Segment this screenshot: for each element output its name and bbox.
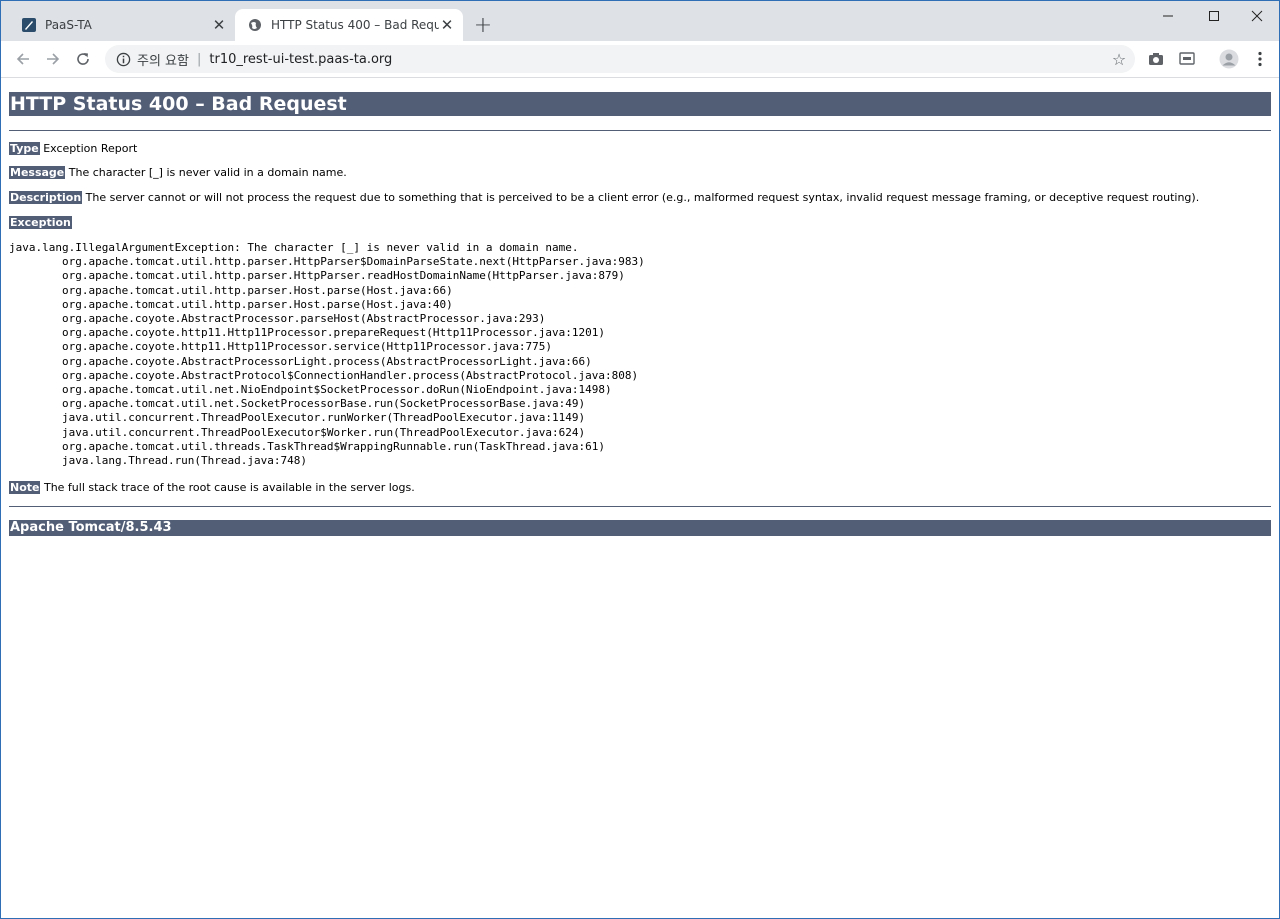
stack-trace-line: org.apache.coyote.http11.Http11Processor…	[9, 340, 553, 354]
exception-label: Exception	[9, 216, 72, 229]
close-tab-icon[interactable]: ✕	[439, 16, 455, 34]
camera-icon[interactable]	[1146, 49, 1166, 69]
stack-trace-line: org.apache.coyote.AbstractProcessorLight…	[9, 354, 592, 368]
stack-trace-line: org.apache.tomcat.util.http.parser.HttpP…	[9, 255, 645, 269]
stack-trace-line: java.util.concurrent.ThreadPoolExecutor$…	[9, 425, 586, 439]
security-status-label[interactable]: 주의 요함	[137, 50, 189, 69]
new-tab-button[interactable]: +	[471, 13, 495, 38]
maximize-icon[interactable]	[1191, 1, 1237, 31]
stack-trace-line: org.apache.coyote.AbstractProtocol$Conne…	[9, 368, 639, 382]
stack-trace-line: org.apache.coyote.AbstractProcessor.pars…	[9, 312, 546, 326]
message-value: The character [_] is never valid in a do…	[65, 166, 347, 179]
stack-trace-line: org.apache.tomcat.util.http.parser.Host.…	[9, 297, 453, 311]
reload-icon[interactable]	[69, 45, 97, 73]
menu-kebab-icon[interactable]	[1250, 49, 1270, 69]
type-value: Exception Report	[39, 142, 138, 155]
minimize-icon[interactable]	[1145, 1, 1191, 31]
divider	[9, 130, 1271, 131]
browser-window: PaaS-TA ✕ HTTP Status 400 – Bad Request …	[0, 0, 1280, 919]
divider	[9, 506, 1271, 507]
type-row: Type Exception Report	[9, 142, 137, 156]
tab-paas-ta[interactable]: PaaS-TA ✕	[9, 9, 235, 41]
description-row: Description The server cannot or will no…	[9, 191, 1199, 205]
address-bar[interactable]: 주의 요함 | tr10_rest-ui-test.paas-ta.org ☆	[105, 45, 1135, 73]
description-label: Description	[9, 191, 83, 204]
tab-title: PaaS-TA	[45, 18, 92, 32]
omnibox-separator: |	[196, 51, 202, 67]
tab-http-status-400[interactable]: HTTP Status 400 – Bad Request ✕	[235, 9, 463, 41]
cast-icon[interactable]	[1177, 49, 1197, 69]
close-window-icon[interactable]	[1234, 1, 1279, 31]
tab-title: HTTP Status 400 – Bad Request	[271, 18, 439, 32]
info-icon[interactable]	[115, 51, 131, 67]
url-text[interactable]: tr10_rest-ui-test.paas-ta.org	[209, 52, 392, 67]
stack-trace-line: org.apache.tomcat.util.http.parser.Host.…	[9, 283, 453, 297]
browser-toolbar: 주의 요함 | tr10_rest-ui-test.paas-ta.org ☆	[1, 41, 1279, 78]
note-row: Note The full stack trace of the root ca…	[9, 481, 415, 495]
exception-row: Exception	[9, 216, 72, 230]
description-value: The server cannot or will not process th…	[82, 191, 1200, 204]
stack-trace-line: java.lang.IllegalArgumentException: The …	[9, 241, 579, 254]
forward-arrow-icon[interactable]	[39, 45, 67, 73]
stack-trace-line: org.apache.tomcat.util.net.NioEndpoint$S…	[9, 383, 612, 397]
message-label: Message	[9, 166, 66, 179]
globe-icon	[247, 17, 263, 33]
stack-trace-line: java.lang.Thread.run(Thread.java:748)	[9, 454, 308, 468]
stack-trace: java.lang.IllegalArgumentException: The …	[9, 241, 645, 468]
close-tab-icon[interactable]: ✕	[211, 16, 227, 34]
stack-trace-line: org.apache.coyote.http11.Http11Processor…	[9, 326, 606, 340]
page-title: HTTP Status 400 – Bad Request	[9, 92, 1271, 116]
paas-ta-favicon-icon	[21, 17, 37, 33]
profile-avatar-icon[interactable]	[1219, 49, 1239, 69]
note-label: Note	[9, 481, 41, 494]
stack-trace-line: org.apache.tomcat.util.threads.TaskThrea…	[9, 439, 606, 453]
server-footer: Apache Tomcat/8.5.43	[9, 520, 1271, 536]
bookmark-star-icon[interactable]: ☆	[1111, 50, 1127, 69]
type-label: Type	[9, 142, 40, 155]
stack-trace-line: java.util.concurrent.ThreadPoolExecutor.…	[9, 411, 586, 425]
stack-trace-line: org.apache.tomcat.util.http.parser.HttpP…	[9, 269, 625, 283]
message-row: Message The character [_] is never valid…	[9, 166, 347, 180]
tab-strip: PaaS-TA ✕ HTTP Status 400 – Bad Request …	[1, 1, 1279, 41]
note-value: The full stack trace of the root cause i…	[40, 481, 415, 494]
stack-trace-line: org.apache.tomcat.util.net.SocketProcess…	[9, 397, 586, 411]
page-content: HTTP Status 400 – Bad Request Type Excep…	[1, 78, 1279, 918]
back-arrow-icon[interactable]	[9, 45, 37, 73]
